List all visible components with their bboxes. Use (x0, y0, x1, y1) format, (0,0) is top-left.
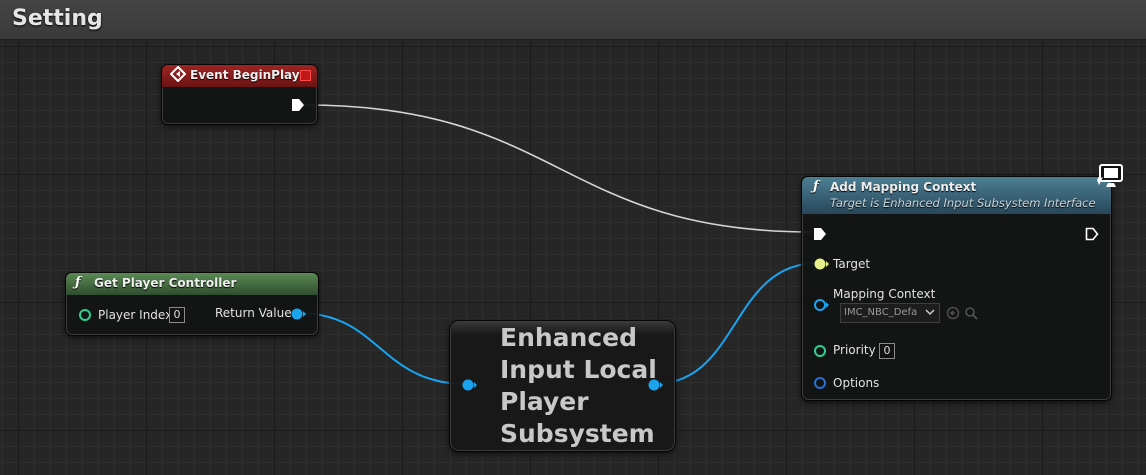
return-value-label: Return Value (215, 306, 292, 320)
exec-wire[interactable] (304, 104, 813, 233)
add-mapping-context-header[interactable]: ƒ Add Mapping Context Target is Enhanced… (802, 177, 1111, 214)
mapping-context-dropdown[interactable]: IMC_NBC_Defa (840, 303, 940, 323)
target-label: Target (833, 257, 871, 271)
subsystem-out-pin[interactable] (647, 378, 663, 392)
player-index-input[interactable]: 0 (169, 307, 185, 323)
get-player-controller-header[interactable]: ƒ Get Player Controller (66, 273, 318, 295)
get-player-controller-title: Get Player Controller (94, 276, 237, 290)
priority-label: Priority (833, 343, 876, 357)
add-mapping-context-subtitle: Target is Enhanced Input Subsystem Inter… (830, 196, 1096, 210)
options-pin[interactable] (813, 376, 827, 390)
monitor-icon (1097, 164, 1123, 187)
event-beginplay-header[interactable]: Event BeginPlay (162, 65, 317, 87)
function-icon: ƒ (75, 275, 81, 290)
add-mapping-context-title: Add Mapping Context (830, 180, 977, 194)
target-pin[interactable] (813, 257, 829, 271)
add-mapping-context-node[interactable]: ƒ Add Mapping Context Target is Enhanced… (801, 176, 1112, 401)
options-label: Options (833, 376, 880, 390)
function-icon: ƒ (813, 179, 819, 194)
delegate-pin-icon[interactable] (300, 70, 311, 81)
priority-pin[interactable] (813, 344, 827, 358)
subsystem-title: Enhanced Input Local Player Subsystem (500, 323, 657, 448)
player-index-label: Player Index (98, 308, 173, 322)
subsystem-node[interactable]: Enhanced Input Local Player Subsystem (449, 320, 676, 452)
get-player-controller-node[interactable]: ƒ Get Player Controller Player Index 0 R… (65, 272, 319, 336)
chevron-down-icon (925, 309, 935, 316)
exec-out-pin[interactable] (1085, 227, 1099, 241)
event-beginplay-node[interactable]: Event BeginPlay (161, 64, 318, 125)
search-icon[interactable] (964, 306, 978, 320)
mapping-context-label: Mapping Context (833, 287, 936, 301)
event-diamond-icon (169, 65, 187, 86)
subsystem-to-target-wire[interactable] (653, 262, 819, 385)
return-value-wire[interactable] (297, 312, 467, 385)
player-index-pin[interactable] (78, 308, 92, 322)
return-value-pin[interactable] (290, 307, 306, 321)
exec-in-pin[interactable] (813, 227, 827, 241)
exec-out-pin[interactable] (291, 98, 305, 112)
subsystem-in-pin[interactable] (461, 378, 477, 392)
event-beginplay-title: Event BeginPlay (190, 68, 300, 82)
mapping-context-pin[interactable] (813, 298, 829, 312)
mapping-context-value: IMC_NBC_Defa (844, 307, 918, 318)
reset-arrow-icon[interactable] (946, 306, 960, 320)
priority-input[interactable]: 0 (879, 343, 895, 359)
